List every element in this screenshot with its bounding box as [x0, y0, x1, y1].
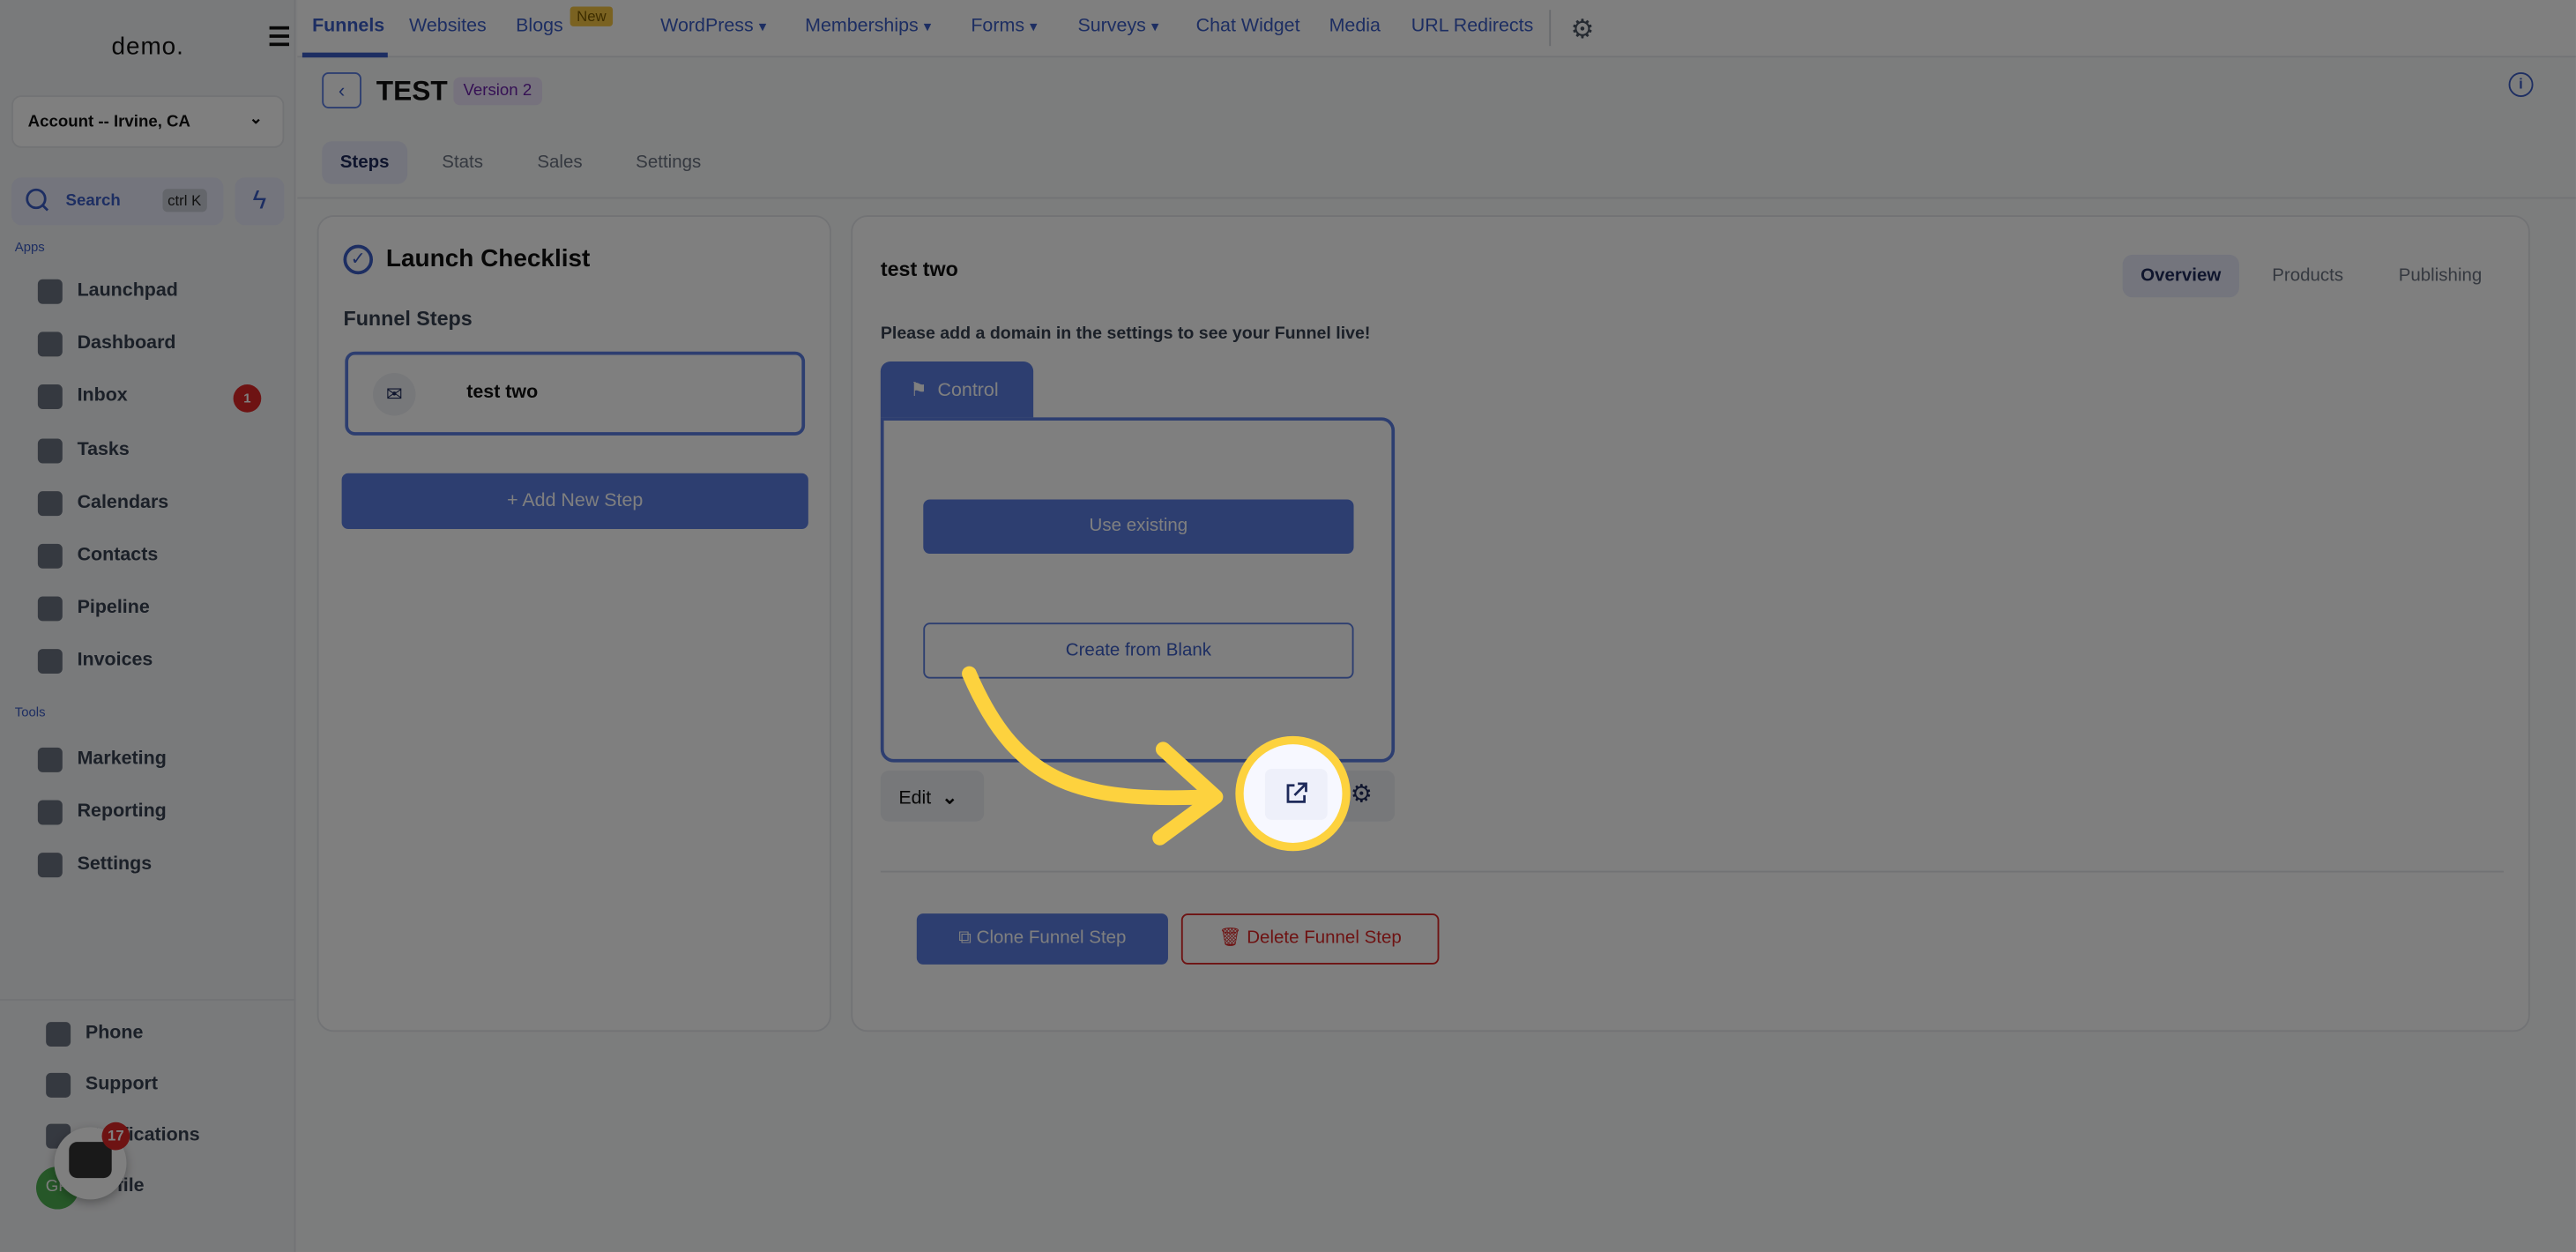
open-external-link-button[interactable] [1264, 769, 1328, 820]
external-link-icon [1286, 782, 1307, 803]
tutorial-arrow [962, 666, 1224, 846]
